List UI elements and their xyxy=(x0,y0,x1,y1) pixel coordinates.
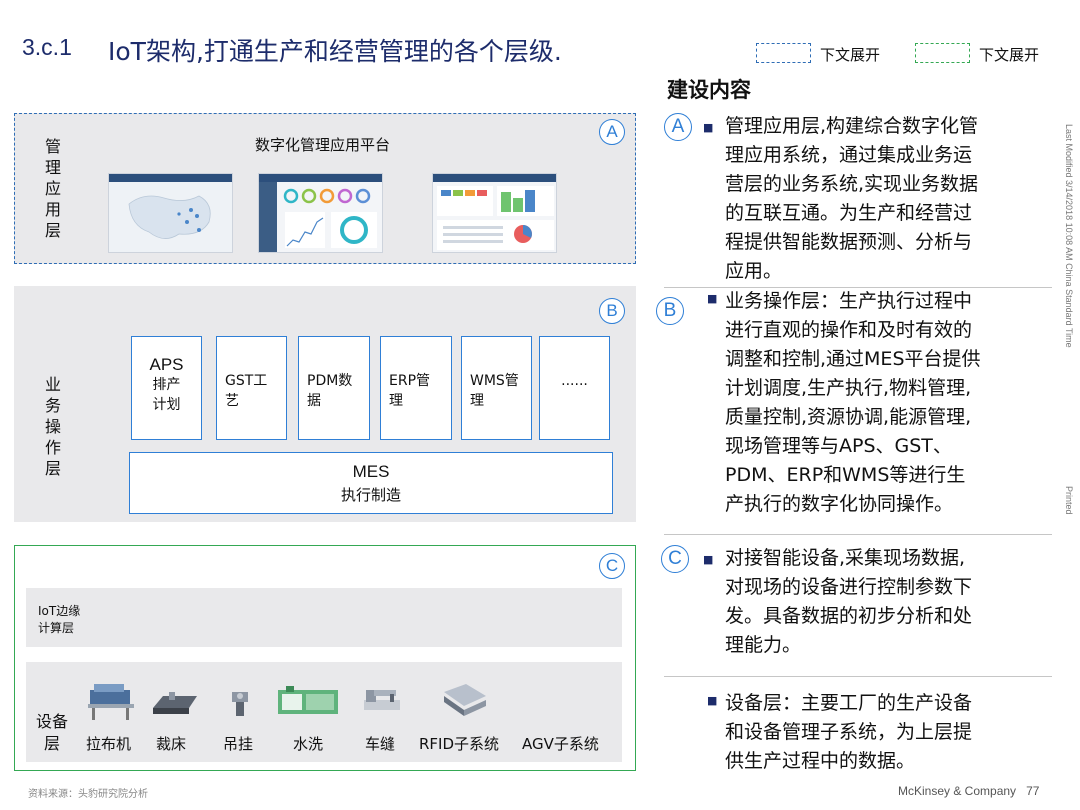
washing-machine-image xyxy=(276,684,340,722)
module-erp: ERP管 理 xyxy=(380,336,452,440)
business-layer-label: 业 务 操 作 层 xyxy=(44,375,61,478)
device-label-hanging: 吊挂 xyxy=(223,735,254,753)
sewing-machine-image xyxy=(360,686,404,720)
badge-a: A xyxy=(599,119,625,145)
last-modified-stamp: Last Modified 3/14/2018 10:08 AM China S… xyxy=(1064,124,1074,348)
module-more: ...... xyxy=(539,336,610,440)
bullet-b: ■ xyxy=(707,292,718,305)
separator-b xyxy=(664,534,1052,535)
legend-label-blue: 下文展开 xyxy=(820,46,881,64)
device-label-cutting-bed: 裁床 xyxy=(156,735,187,753)
bullet-d: ■ xyxy=(707,694,718,707)
dashboard-gauges-screenshot xyxy=(258,173,383,253)
iot-edge-layer-band xyxy=(26,588,622,647)
section-c-text: 对接智能设备,采集现场数据, 对现场的设备进行控制参数下 发。具备数据的初步分析… xyxy=(725,547,973,656)
dashboard-table-screenshot xyxy=(432,173,557,253)
module-aps: APS 排产 计划 xyxy=(131,336,202,440)
iot-edge-layer-label: IoT边缘 计算层 xyxy=(38,604,81,635)
badge-b: B xyxy=(599,298,625,324)
mes-box: MES 执行制造 xyxy=(129,452,613,514)
content-badge-a: A xyxy=(664,113,692,141)
dashboard-map-screenshot xyxy=(108,173,233,253)
section-b-text: 业务操作层：生产执行过程中 进行直观的操作和及时有效的 调整和控制,通过MES平… xyxy=(725,290,981,515)
printed-stamp: Printed xyxy=(1064,486,1074,515)
source-note: 资料来源：头豹研究院分析 xyxy=(28,789,148,800)
section-number: 3.c.1 xyxy=(22,34,72,60)
footer-company: McKinsey & Company 77 xyxy=(898,784,1040,798)
legend-label-green: 下文展开 xyxy=(979,46,1040,64)
legend-swatch-green xyxy=(915,43,970,63)
bullet-a: ■ xyxy=(703,121,714,134)
module-gst: GST工 艺 xyxy=(216,336,287,440)
separator-c xyxy=(664,676,1052,677)
content-heading: 建设内容 xyxy=(667,78,751,102)
cutting-bed-image xyxy=(151,690,199,722)
spreading-machine-image xyxy=(86,682,136,726)
device-label-sewing: 车缝 xyxy=(365,735,396,753)
module-pdm: PDM数 据 xyxy=(298,336,370,440)
content-badge-c: C xyxy=(661,545,689,573)
mes-subtitle: 执行制造 xyxy=(340,486,401,504)
content-badge-b: B xyxy=(656,297,684,325)
hanging-system-image xyxy=(228,688,252,724)
badge-c: C xyxy=(599,553,625,579)
page-title: IoT架构,打通生产和经营管理的各个层级. xyxy=(108,37,562,66)
device-label-rfid: RFID子系统 xyxy=(419,735,500,753)
bullet-c: ■ xyxy=(703,553,714,566)
section-a-text: 管理应用层,构建综合数字化管 理应用系统，通过集成业务运 营层的业务系统,实现业… xyxy=(725,115,979,282)
device-label-washing: 水洗 xyxy=(293,735,324,753)
equipment-layer-label: 设备 层 xyxy=(36,712,69,753)
mes-title: MES xyxy=(352,462,390,481)
device-label-agv: AGV子系统 xyxy=(522,735,599,753)
module-wms: WMS管 理 xyxy=(461,336,532,440)
legend-swatch-blue xyxy=(756,43,811,63)
device-label-spreader: 拉布机 xyxy=(86,735,132,753)
rfid-subsystem-image xyxy=(440,682,490,724)
section-d-text: 设备层：主要工厂的生产设备 和设备管理子系统，为上层提 供生产过程中的数据。 xyxy=(725,692,973,772)
page-number: 77 xyxy=(1026,784,1040,798)
platform-title: 数字化管理应用平台 xyxy=(255,136,391,154)
management-layer-label: 管 理 应 用 层 xyxy=(44,137,61,240)
